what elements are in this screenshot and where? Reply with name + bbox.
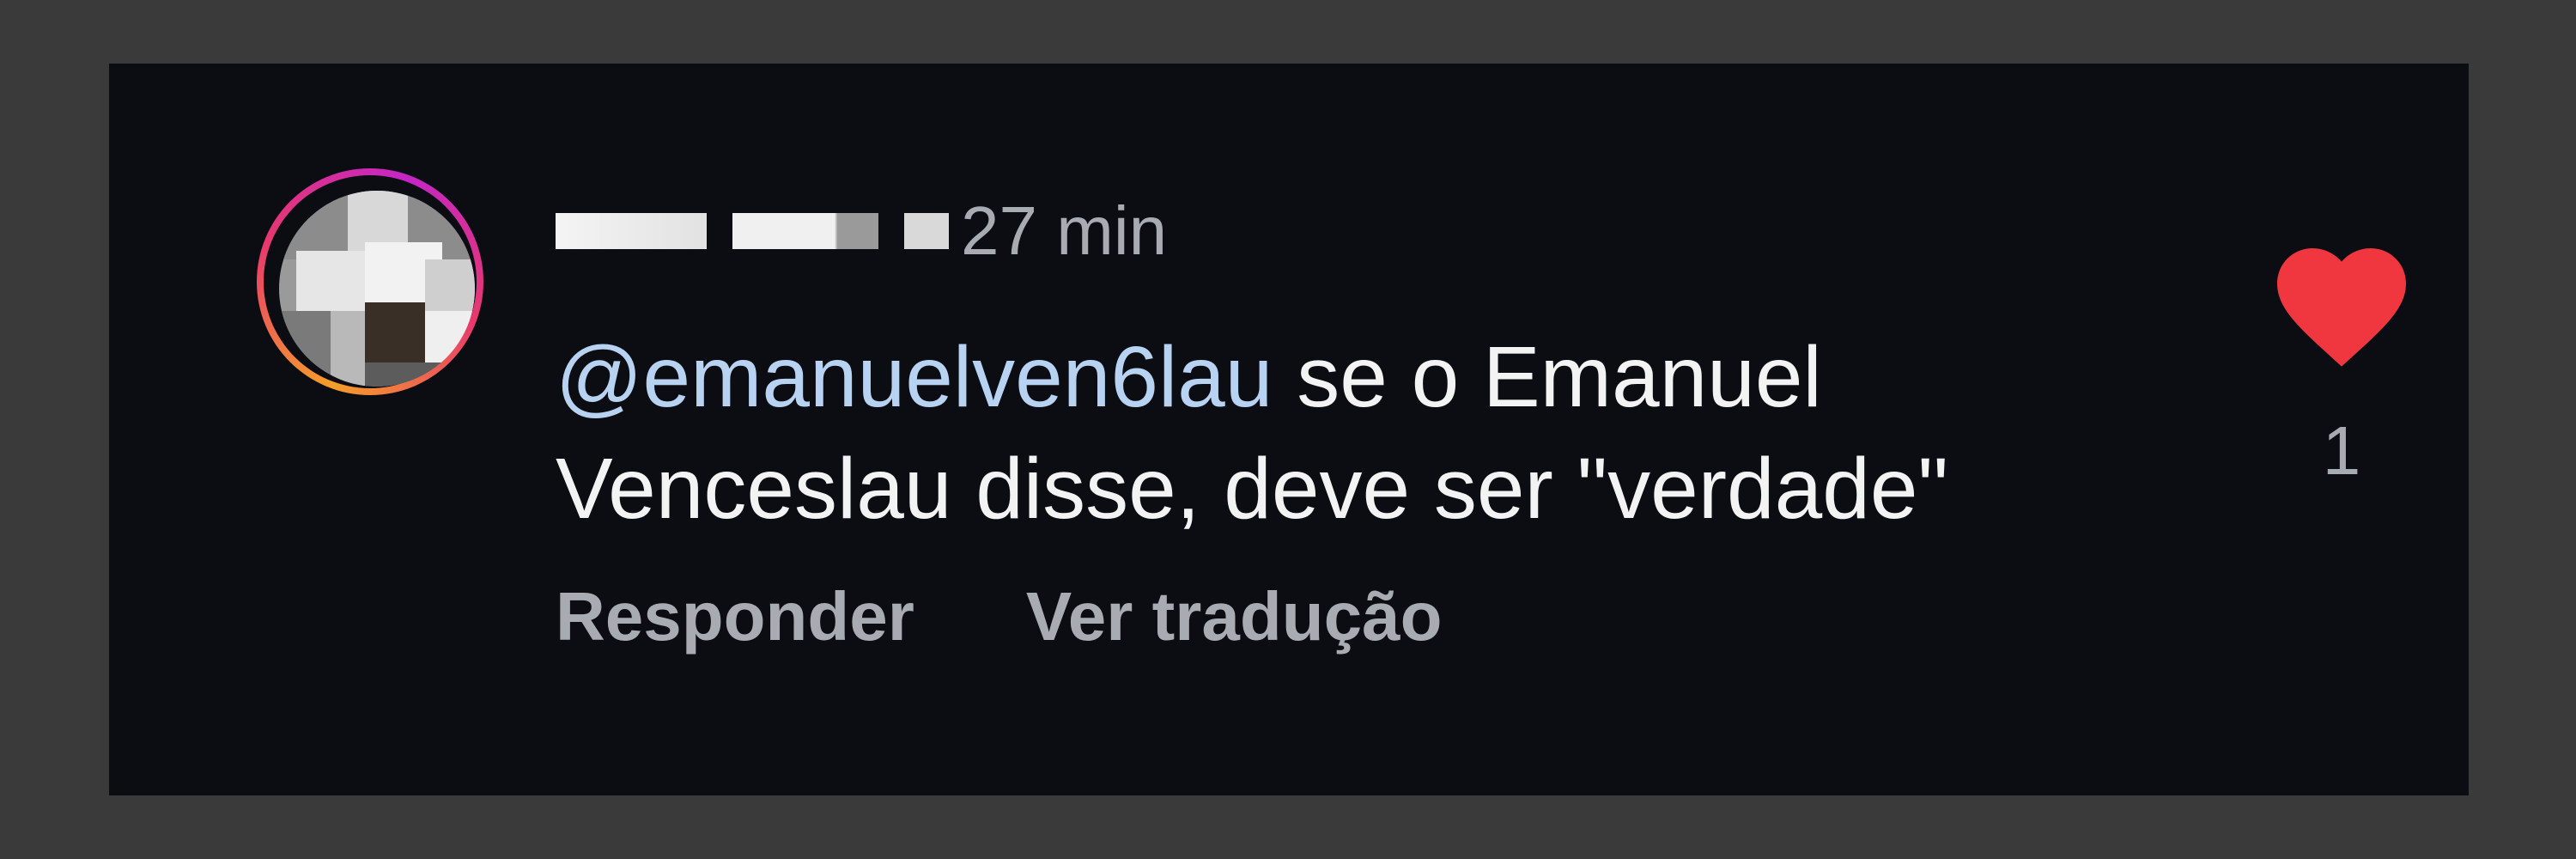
- avatar[interactable]: [279, 191, 475, 387]
- heart-icon[interactable]: [2264, 227, 2419, 373]
- like-count: 1: [2322, 412, 2361, 489]
- comment-actions: Responder Ver tradução: [556, 577, 1443, 656]
- comment-timestamp: 27 min: [961, 192, 1168, 269]
- comment-text-line1: se o Emanuel: [1273, 329, 1822, 425]
- comment-text-line2: Venceslau disse, deve ser "verdade": [556, 441, 1948, 537]
- comment-card: 27 min @emanuelven6lau se o Emanuel Venc…: [109, 64, 2469, 795]
- avatar-story-ring[interactable]: [257, 168, 483, 395]
- username-redacted[interactable]: [556, 213, 707, 249]
- reply-button[interactable]: Responder: [556, 577, 914, 656]
- username-redacted[interactable]: [732, 213, 878, 249]
- verified-redacted: [904, 213, 949, 249]
- translate-button[interactable]: Ver tradução: [1026, 577, 1443, 656]
- comment-text: @emanuelven6lau se o Emanuel Venceslau d…: [556, 321, 2187, 545]
- comment-header: 27 min: [556, 192, 1167, 270]
- mention-link[interactable]: @emanuelven6lau: [556, 329, 1273, 425]
